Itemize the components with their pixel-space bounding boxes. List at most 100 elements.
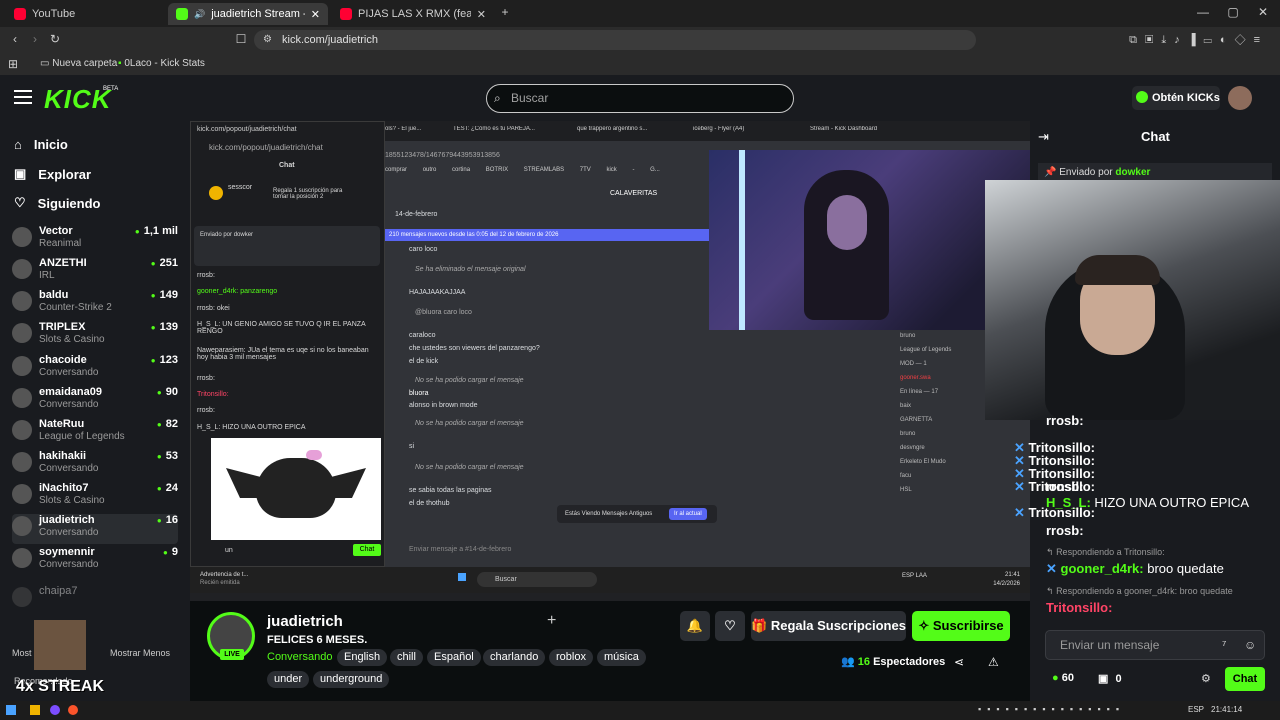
notification-bell-button[interactable]: 🔔: [680, 611, 710, 641]
search-placeholder: Buscar: [511, 91, 549, 105]
close-icon[interactable]: ✕: [477, 8, 486, 21]
sidebar-channel[interactable]: chacoide Conversando 123: [12, 354, 178, 384]
channel-viewers: 53: [157, 450, 178, 462]
minimize-icon[interactable]: —: [1196, 5, 1210, 19]
show-more-link[interactable]: Most: [12, 648, 32, 658]
chat-send-button[interactable]: Chat: [1225, 667, 1265, 691]
share-icon[interactable]: ⋖: [954, 655, 964, 669]
channel-viewers: 9: [163, 546, 178, 558]
sidebar-channel[interactable]: NateRuu League of Legends 82: [12, 418, 178, 448]
bookmark-kick-stats[interactable]: ▪ 0Laco - Kick Stats: [118, 58, 205, 69]
extensions-toolbar[interactable]: ⧉▣⤓♪▐▭◐◇≡: [1088, 34, 1268, 47]
taskbar-date: 14/2/2026: [993, 581, 1020, 587]
member: HSL: [900, 487, 912, 493]
menu-icon[interactable]: [14, 90, 32, 104]
get-kicks-button[interactable]: Obtén KICKs: [1132, 86, 1220, 110]
tab-label: PIJAS LAS X RMX (feat. yyy891 & Sha: [358, 8, 471, 20]
sidebar-channel[interactable]: baldu Counter-Strike 2 149: [12, 289, 178, 319]
discord-message: si: [409, 443, 415, 450]
search-input[interactable]: ⌕ Buscar: [486, 84, 794, 113]
tag[interactable]: chill: [390, 649, 423, 666]
bell-icon: 🔔: [686, 618, 704, 633]
chat-message: ✕ Tritonsillo:: [1014, 479, 1095, 495]
site-settings-icon[interactable]: ⚙: [263, 30, 272, 50]
sidebar-channel[interactable]: iNachito7 Slots & Casino 24: [12, 482, 178, 512]
sidebar-channel[interactable]: emaidana09 Conversando 90: [12, 386, 178, 416]
kicks-balance[interactable]: ● 60: [1052, 672, 1074, 684]
nav-inicio[interactable]: ⌂ Inicio: [14, 137, 68, 152]
sidebar-channel-selected[interactable]: juadietrich Conversando 16: [12, 514, 178, 544]
maximize-icon[interactable]: ▢: [1226, 5, 1240, 19]
stream-category[interactable]: Conversando: [267, 651, 332, 663]
show-less-link[interactable]: Mostrar Menos: [110, 648, 170, 658]
report-icon[interactable]: ⚠: [988, 655, 999, 669]
discord-tab: que trappero argentino s...: [577, 126, 648, 132]
bookmark-icon[interactable]: ☐: [234, 32, 248, 46]
translate-icon[interactable]: ⁷: [1222, 631, 1226, 659]
settings-gear-icon[interactable]: ⚙: [1201, 672, 1211, 685]
gift-icon: 🎁: [751, 618, 768, 633]
bookmark-folder[interactable]: ▭ Nueva carpeta: [40, 58, 117, 69]
streamer-webcam-2: [985, 180, 1280, 420]
stream-windows-taskbar: Advertencia de t... Recién emitida Busca…: [190, 567, 1030, 593]
tag[interactable]: under: [267, 671, 310, 688]
speaker-icon: 🔊: [194, 8, 206, 19]
window-close-icon[interactable]: ✕: [1256, 5, 1270, 19]
chat-input[interactable]: Enviar un mensaje ⁷ ☺: [1045, 630, 1265, 660]
discord-message: alonso in brown mode: [409, 402, 478, 409]
bat-bow: [306, 450, 322, 460]
url-input[interactable]: ⚙ kick.com/juadietrich: [254, 30, 976, 50]
tag[interactable]: underground: [313, 671, 390, 688]
mod-badge-icon: ✕: [1014, 505, 1025, 520]
file-explorer-icon[interactable]: [30, 705, 40, 715]
tag[interactable]: música: [597, 649, 646, 666]
channel-name[interactable]: juadietrich: [267, 613, 343, 630]
nav-explorar[interactable]: ▣ Explorar: [14, 166, 91, 182]
discord-icon[interactable]: [50, 705, 60, 715]
notification-sub: Recién emitida: [200, 580, 240, 586]
gift-balance[interactable]: ▣ 0: [1098, 672, 1122, 685]
follow-button[interactable]: ♡: [715, 611, 745, 641]
sidebar-channel[interactable]: soymennir Conversando 9: [12, 546, 178, 576]
popout-message: Tritonsillo:: [197, 391, 229, 398]
tray-icons[interactable]: ▪▪▪▪▪▪▪▪▪▪▪▪▪▪▪▪: [978, 704, 1125, 714]
channel-viewers: 149: [151, 289, 178, 301]
channel-category: League of Legends: [39, 431, 125, 442]
forward-icon[interactable]: ›: [28, 32, 42, 46]
tab-kick-stream[interactable]: 🔊 juadietrich Stream - Watch Li ✕: [168, 3, 328, 25]
sidebar-channel[interactable]: TRIPLEX Slots & Casino 139: [12, 321, 178, 351]
pinned-by-label: Enviado por: [1059, 167, 1113, 178]
gift-subs-button[interactable]: 🎁 Regala Suscripciones: [751, 611, 906, 641]
tag[interactable]: Español: [427, 649, 481, 666]
chat-user: rrosb:: [1046, 413, 1084, 428]
tag[interactable]: roblox: [549, 649, 593, 666]
collapse-chat-icon[interactable]: ⇥: [1038, 129, 1049, 145]
tab-youtube-song[interactable]: PIJAS LAS X RMX (feat. yyy891 & Sha ✕: [332, 3, 494, 25]
back-icon[interactable]: ‹: [8, 32, 22, 46]
tag[interactable]: charlando: [483, 649, 546, 666]
tab-youtube[interactable]: YouTube: [6, 3, 166, 25]
close-icon[interactable]: ✕: [311, 8, 320, 21]
emoji-icon[interactable]: ☺: [1244, 631, 1256, 659]
apps-grid-icon[interactable]: ⊞: [8, 57, 18, 71]
nav-siguiendo[interactable]: ♡ Siguiendo: [14, 195, 101, 211]
sidebar-channel[interactable]: ANZETHI IRL 251: [12, 257, 178, 287]
discord-message: se sabia todas las paginas: [409, 487, 492, 494]
sidebar-channel[interactable]: hakihakii Conversando 53: [12, 450, 178, 480]
user-avatar[interactable]: [1228, 86, 1252, 110]
channel-avatar: [12, 259, 32, 279]
sidebar-channel[interactable]: chaipa7: [12, 585, 178, 615]
channel-name: iNachito7: [39, 482, 89, 494]
tag[interactable]: English: [337, 649, 388, 666]
discord-message: Se ha eliminado el mensaje original: [415, 266, 526, 273]
subscribe-label: Suscribirse: [932, 618, 1004, 633]
channel-viewers: 82: [157, 418, 178, 430]
subscribe-button[interactable]: ✧ Suscribirse: [912, 611, 1010, 641]
start-icon[interactable]: [6, 705, 16, 715]
sidebar-channel[interactable]: Vector Reanimal 1,1 mil: [12, 225, 178, 255]
channel-viewers: 24: [157, 482, 178, 494]
reload-icon[interactable]: ↻: [48, 32, 62, 46]
new-tab-icon[interactable]: +: [498, 5, 512, 19]
brave-icon[interactable]: [68, 705, 78, 715]
kick-logo[interactable]: KICK: [44, 84, 112, 115]
